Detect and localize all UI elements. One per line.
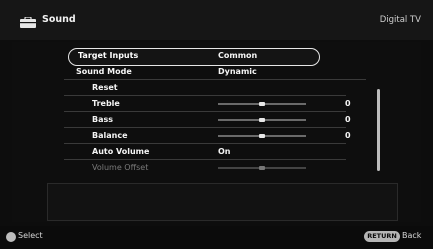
row-divider	[64, 79, 366, 80]
directional-pad-icon	[6, 232, 16, 242]
menu-item-volume-offset: Volume Offset	[92, 161, 368, 175]
menu-item-reset[interactable]: Reset	[64, 81, 368, 96]
row-divider	[64, 143, 346, 144]
volume-offset-slider	[218, 166, 306, 170]
bass-slider[interactable]	[218, 118, 306, 122]
return-button[interactable]: RETURN	[364, 231, 400, 242]
menu-item-label: Auto Volume	[92, 147, 150, 156]
row-divider	[64, 127, 346, 128]
slider-knob[interactable]	[259, 118, 265, 122]
menu-item-label: Balance	[92, 131, 128, 140]
menu-item-balance[interactable]: Balance 0	[64, 129, 368, 144]
menu-item-value: 0	[345, 99, 351, 108]
slider-knob[interactable]	[259, 134, 265, 138]
menu-item-target-inputs[interactable]: Target Inputs Common	[78, 49, 368, 63]
balance-slider[interactable]	[218, 134, 306, 138]
description-box	[47, 183, 398, 221]
header-bar: Sound Digital TV	[0, 0, 433, 40]
back-hint-label: Back	[402, 231, 422, 240]
footer-bar: Select RETURN Back	[0, 226, 433, 249]
input-source-label: Digital TV	[379, 15, 421, 25]
menu-item-value: 0	[345, 115, 351, 124]
menu-item-label: Volume Offset	[92, 163, 149, 172]
toolbox-icon	[20, 17, 36, 28]
scrollbar-thumb[interactable]	[377, 89, 380, 171]
row-divider	[64, 95, 346, 96]
slider-knob	[259, 166, 265, 170]
menu-item-label: Target Inputs	[78, 51, 139, 60]
menu-item-auto-volume[interactable]: Auto Volume On	[64, 145, 368, 160]
menu-item-label: Bass	[92, 115, 114, 124]
slider-knob[interactable]	[259, 102, 265, 106]
select-hint-label: Select	[18, 231, 43, 240]
menu-item-bass[interactable]: Bass 0	[64, 113, 368, 128]
menu-item-treble[interactable]: Treble 0	[64, 97, 368, 112]
row-divider	[64, 159, 346, 160]
menu-item-sound-mode[interactable]: Sound Mode Dynamic	[64, 65, 366, 80]
menu-item-label: Reset	[92, 83, 118, 92]
menu-item-value: 0	[345, 131, 351, 140]
menu-item-value: Common	[218, 51, 258, 60]
menu-item-label: Sound Mode	[76, 67, 132, 76]
row-divider	[64, 111, 346, 112]
menu-item-value: On	[218, 147, 231, 156]
page-title: Sound	[42, 14, 76, 25]
menu-item-value: Dynamic	[218, 67, 257, 76]
treble-slider[interactable]	[218, 102, 306, 106]
menu-item-label: Treble	[92, 99, 120, 108]
